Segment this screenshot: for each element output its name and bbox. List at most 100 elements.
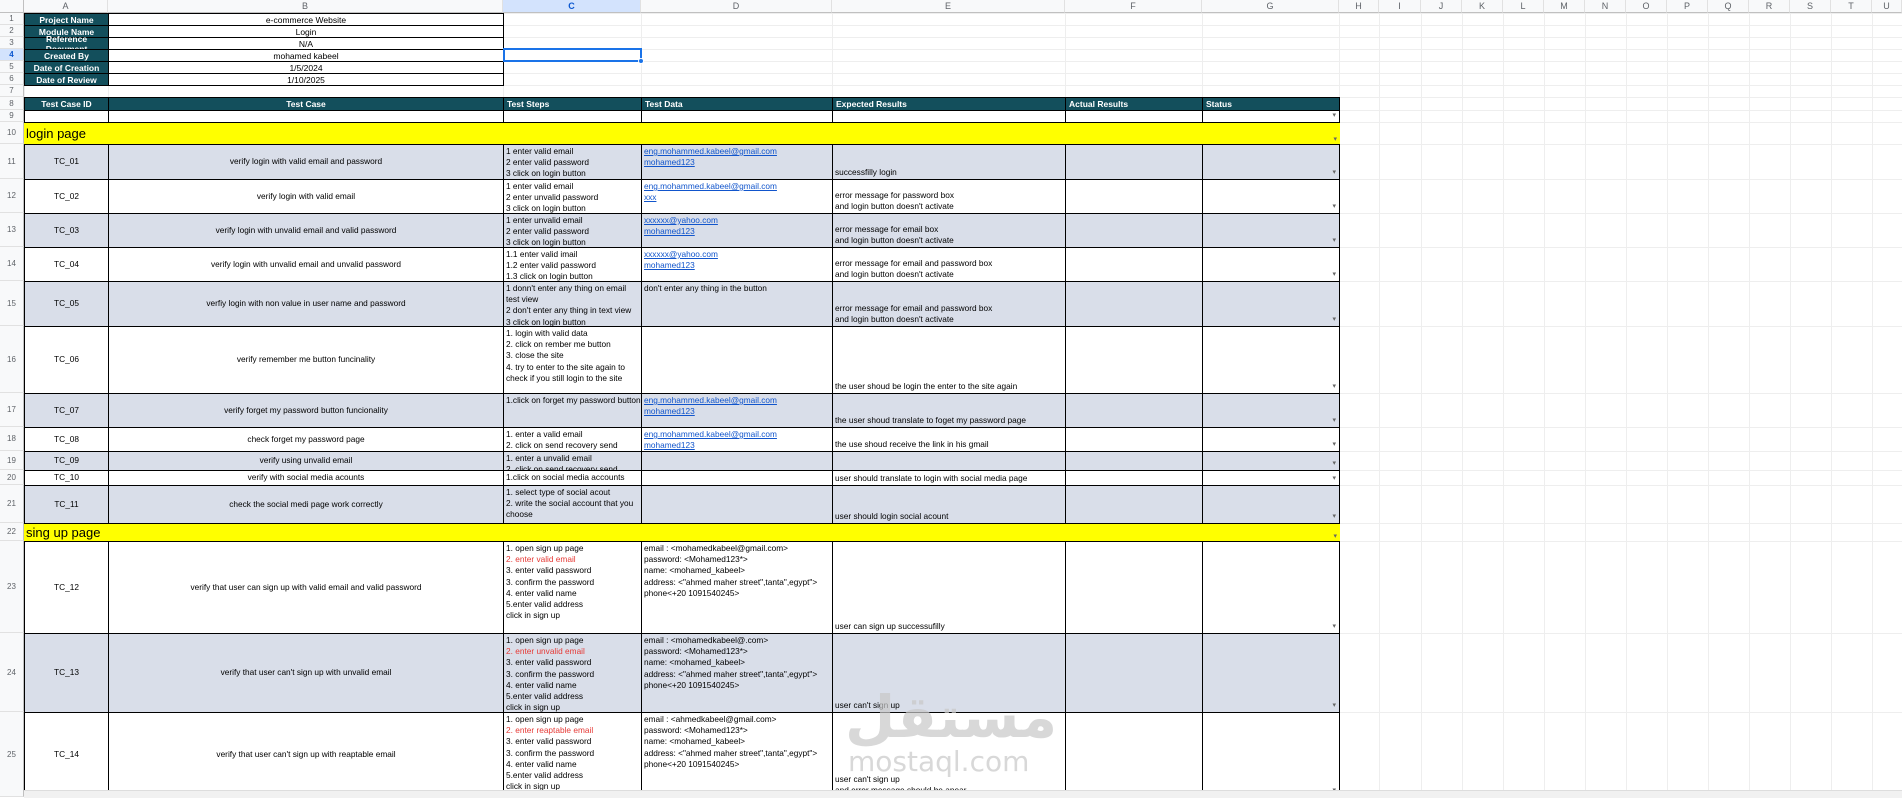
expected-result[interactable]: the use shoud receive the link in his gm… <box>832 427 1066 452</box>
dropdown-arrow-icon[interactable]: ▾ <box>1332 235 1336 246</box>
actual-result[interactable] <box>1065 712 1203 798</box>
status-cell[interactable]: ▾ <box>1202 712 1340 798</box>
expected-result[interactable]: the user shoud be login the enter to the… <box>832 326 1066 394</box>
column-header-j[interactable]: J <box>1421 0 1462 13</box>
row-header-9[interactable]: 9 <box>0 110 24 122</box>
row-header-12[interactable]: 12 <box>0 179 24 213</box>
test-data[interactable]: eng.mohammed.kabeel@gmail.com mohamed123 <box>641 144 833 180</box>
dropdown-arrow-icon[interactable]: ▾ <box>1332 473 1336 484</box>
dropdown-arrow-icon[interactable]: ▾ <box>1332 111 1336 121</box>
expected-result[interactable]: successfilly login <box>832 144 1066 180</box>
status-cell[interactable]: ▾ <box>1202 179 1340 214</box>
test-steps[interactable]: 1. login with valid data 2. click on remb… <box>503 326 642 394</box>
column-header-a[interactable]: A <box>24 0 108 13</box>
column-header-i[interactable]: I <box>1379 0 1421 13</box>
test-case-title[interactable]: verify that user can sign up with valid … <box>108 541 504 634</box>
test-data[interactable]: email : <ahmedkabeel@gmail.com> password:… <box>641 712 833 798</box>
test-data-link[interactable]: eng.mohammed.kabeel@gmail.com <box>644 429 830 440</box>
status-cell[interactable]: ▾ <box>1202 485 1340 524</box>
column-header-f[interactable]: F <box>1065 0 1202 13</box>
column-header-b[interactable]: B <box>108 0 503 13</box>
test-data-link[interactable]: mohamed123 <box>644 226 830 237</box>
row-header-1[interactable]: 1 <box>0 13 24 25</box>
test-data[interactable]: email : <mohamedkabeel@.com> password: <M… <box>641 633 833 713</box>
test-data-link[interactable]: xxx <box>644 192 830 203</box>
row-header-22[interactable]: 22 <box>0 523 24 541</box>
actual-result[interactable] <box>1065 393 1203 428</box>
test-data[interactable] <box>641 470 833 486</box>
test-case-title[interactable]: verify forget my password button funcion… <box>108 393 504 428</box>
dropdown-arrow-icon[interactable]: ▾ <box>1332 269 1336 280</box>
expected-result[interactable]: user should translate to login with soci… <box>832 470 1066 486</box>
test-steps[interactable]: 1. open sign up page 2. enter reaptable e… <box>503 712 642 798</box>
test-case-id[interactable]: TC_04 <box>24 247 109 282</box>
actual-result[interactable] <box>1065 451 1203 471</box>
row-header-14[interactable]: 14 <box>0 247 24 281</box>
test-data[interactable]: eng.mohammed.kabeel@gmail.com xxx <box>641 179 833 214</box>
expected-result[interactable]: error message for email box and login bu… <box>832 213 1066 248</box>
row-header-17[interactable]: 17 <box>0 393 24 427</box>
test-data-link[interactable]: mohamed123 <box>644 440 830 451</box>
test-case-id[interactable]: TC_07 <box>24 393 109 428</box>
test-case-id[interactable]: TC_08 <box>24 427 109 452</box>
info-value[interactable]: 1/10/2025 <box>108 73 504 86</box>
test-case-id[interactable]: TC_05 <box>24 281 109 327</box>
row-header-5[interactable]: 5 <box>0 61 24 73</box>
test-case-title[interactable]: check the social medi page work correctl… <box>108 485 504 524</box>
test-case-title[interactable]: verify that user can't sign up with reap… <box>108 712 504 798</box>
status-cell[interactable]: ▾ <box>1202 393 1340 428</box>
column-header-s[interactable]: S <box>1790 0 1831 13</box>
test-data[interactable] <box>641 485 833 524</box>
dropdown-arrow-icon[interactable]: ▾ <box>1332 621 1336 632</box>
test-case-title[interactable]: verify remember me button funcinality <box>108 326 504 394</box>
test-data-link[interactable]: xxxxxx@yahoo.com <box>644 215 830 226</box>
actual-result[interactable] <box>1065 281 1203 327</box>
row-header-23[interactable]: 23 <box>0 541 24 633</box>
row-header-4[interactable]: 4 <box>0 49 24 61</box>
test-data-link[interactable]: xxxxxx@yahoo.com <box>644 249 830 260</box>
test-case-title[interactable]: verify login with valid email <box>108 179 504 214</box>
column-header-t[interactable]: T <box>1831 0 1872 13</box>
actual-result[interactable] <box>1065 427 1203 452</box>
status-cell[interactable]: ▾ <box>1202 427 1340 452</box>
test-steps[interactable]: 1. select type of social acout 2. write t… <box>503 485 642 524</box>
row-header-6[interactable]: 6 <box>0 73 24 85</box>
actual-result[interactable] <box>1065 247 1203 282</box>
actual-result[interactable] <box>1065 213 1203 248</box>
selection-fill-handle[interactable] <box>638 58 644 64</box>
status-cell[interactable]: ▾ <box>1202 213 1340 248</box>
test-data-link[interactable]: eng.mohammed.kabeel@gmail.com <box>644 395 830 406</box>
test-case-id[interactable]: TC_13 <box>24 633 109 713</box>
row-header-21[interactable]: 21 <box>0 485 24 523</box>
test-steps[interactable]: 1 enter valid email 2 enter unvalid passw… <box>503 179 642 214</box>
test-case-title[interactable]: check forget my password page <box>108 427 504 452</box>
status-cell[interactable]: ▾ <box>1202 541 1340 634</box>
column-header-h[interactable]: H <box>1339 0 1379 13</box>
expected-result[interactable]: error message for email and password box… <box>832 281 1066 327</box>
row-header-3[interactable]: 3 <box>0 37 24 49</box>
actual-result[interactable] <box>1065 485 1203 524</box>
test-data-link[interactable]: mohamed123 <box>644 157 830 168</box>
select-all-corner[interactable] <box>0 0 24 13</box>
test-case-id[interactable]: TC_11 <box>24 485 109 524</box>
column-header-r[interactable]: R <box>1749 0 1790 13</box>
status-cell[interactable]: ▾ <box>1202 451 1340 471</box>
row-header-19[interactable]: 19 <box>0 451 24 470</box>
test-case-title[interactable]: verify using unvalid email <box>108 451 504 471</box>
test-case-id[interactable]: TC_12 <box>24 541 109 634</box>
status-cell[interactable]: ▾ <box>1202 470 1340 486</box>
status-cell[interactable]: ▾ <box>1202 633 1340 713</box>
row-header-15[interactable]: 15 <box>0 281 24 326</box>
row-header-11[interactable]: 11 <box>0 144 24 179</box>
status-cell[interactable]: ▾ <box>1202 281 1340 327</box>
test-case-title[interactable]: verify login with unvalid email and vali… <box>108 213 504 248</box>
test-case-title[interactable]: verify that user can't sign up with unva… <box>108 633 504 713</box>
column-header-l[interactable]: L <box>1503 0 1544 13</box>
status-cell[interactable]: ▾ <box>1202 326 1340 394</box>
dropdown-arrow-icon[interactable]: ▾ <box>1332 439 1336 450</box>
row-header-25[interactable]: 25 <box>0 712 24 797</box>
row-header-10[interactable]: 10 <box>0 122 24 144</box>
row-header-8[interactable]: 8 <box>0 97 24 110</box>
dropdown-arrow-icon[interactable]: ▾ <box>1332 201 1336 212</box>
column-header-e[interactable]: E <box>832 0 1065 13</box>
